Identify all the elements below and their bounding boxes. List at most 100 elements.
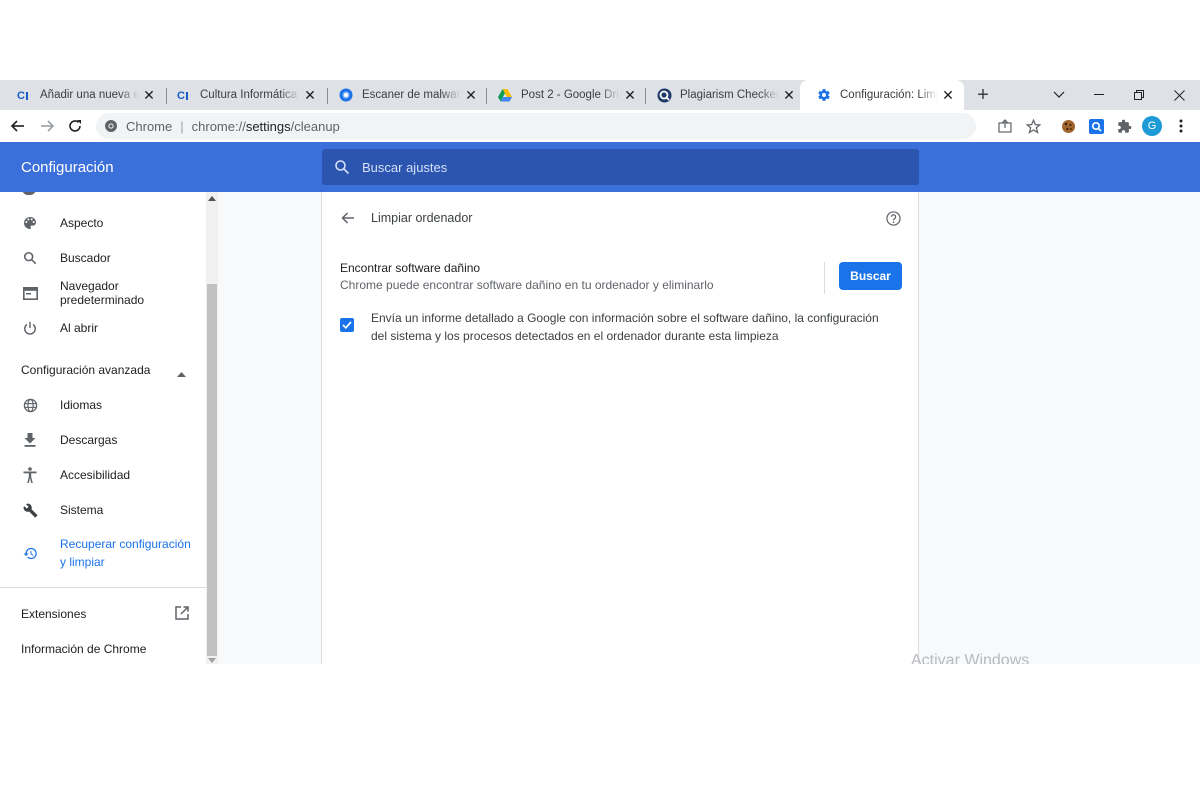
buscar-button[interactable]: Buscar <box>839 262 902 290</box>
sidebar-item-idiomas[interactable]: Idiomas <box>0 396 206 414</box>
close-tab-icon[interactable]: ✕ <box>620 87 640 104</box>
scroll-up-arrow[interactable] <box>208 196 216 201</box>
forward-icon[interactable] <box>37 116 57 136</box>
cookie-extension-icon[interactable] <box>1058 116 1078 136</box>
scroll-down-arrow[interactable] <box>208 658 216 663</box>
scrollbar-thumb[interactable] <box>207 284 217 656</box>
row-divider <box>824 262 825 294</box>
url-text: chrome://settings/cleanup <box>191 118 340 134</box>
tab-title: Cultura Informática | Blog <box>200 89 300 101</box>
sidebar-item-label: Accesibilidad <box>60 468 131 482</box>
tab-plagiarism-checker[interactable]: Plagiarism Checker Free ✕ <box>640 80 805 110</box>
share-icon[interactable] <box>995 116 1015 136</box>
sidebar-item-navegador-predeterminado[interactable]: Navegador predeterminado <box>0 279 206 307</box>
sidebar-item-label: Descargas <box>60 433 118 447</box>
close-tab-icon[interactable]: ✕ <box>139 87 159 104</box>
sidebar-item-label: Extensiones <box>21 607 87 621</box>
download-icon <box>22 432 38 448</box>
sidebar-item-label: Buscador <box>60 251 111 265</box>
settings-search[interactable] <box>322 149 919 185</box>
search-extension-icon[interactable] <box>1086 116 1106 136</box>
card-header: Limpiar ordenador <box>322 206 920 230</box>
tab-escaner-malware[interactable]: Escaner de malware - Chrome ✕ <box>322 80 487 110</box>
restore-button[interactable] <box>1119 80 1159 110</box>
tab-title: Añadir una nueva entrada <box>40 89 139 101</box>
advanced-section-label: Configuración avanzada <box>21 363 151 377</box>
search-icon <box>335 160 350 175</box>
sidebar-item-label: Navegador predeterminado <box>60 279 145 307</box>
profile-avatar[interactable]: G <box>1142 116 1162 136</box>
reload-icon[interactable] <box>65 116 85 136</box>
sidebar-item-label: Recuperar configuración y limpiar <box>60 537 191 569</box>
sidebar-item-label: Idiomas <box>60 398 103 412</box>
new-tab-button[interactable]: + <box>972 84 994 106</box>
wrench-icon <box>22 502 38 518</box>
gear-icon <box>816 87 832 103</box>
settings-sidebar: Aspecto Buscador Navegador predeterminad… <box>0 192 206 664</box>
collapse-arrow-icon <box>177 366 186 380</box>
page-title: Configuración <box>21 159 114 176</box>
tab-google-drive[interactable]: Post 2 - Google Drive ✕ <box>481 80 646 110</box>
back-arrow-icon[interactable] <box>338 208 358 228</box>
tab-search-chevron-icon[interactable] <box>1039 80 1079 110</box>
more-menu-icon[interactable] <box>1171 116 1191 136</box>
sidebar-scrollbar[interactable] <box>206 192 218 664</box>
svg-text:C: C <box>177 90 185 102</box>
profile-initial: G <box>1147 120 1157 132</box>
tab-cultura-informatica[interactable]: C Cultura Informática | Blog ✕ <box>160 80 326 110</box>
close-tab-icon[interactable]: ✕ <box>300 87 320 104</box>
sidebar-item-label: Información de Chrome <box>21 642 147 656</box>
back-icon[interactable] <box>8 116 28 136</box>
extensions-puzzle-icon[interactable] <box>1114 116 1134 136</box>
tab-title: Configuración: Limpiar ordenador <box>840 89 938 101</box>
chrome-logo-icon <box>105 120 117 132</box>
settings-page: Aspecto Buscador Navegador predeterminad… <box>0 192 1200 664</box>
sidebar-advanced-toggle[interactable]: Configuración avanzada <box>0 361 206 379</box>
sidebar-item-sistema[interactable]: Sistema <box>0 501 206 519</box>
address-bar[interactable]: Chrome | chrome://settings/cleanup <box>96 113 976 139</box>
tab-title: Escaner de malware - Chrome <box>362 89 461 101</box>
tab-title: Plagiarism Checker Free <box>680 89 779 101</box>
site-chip: Chrome <box>126 118 173 134</box>
plagiarism-checker-icon <box>656 87 672 103</box>
close-tab-icon[interactable]: ✕ <box>779 87 799 104</box>
find-software-description: Chrome puede encontrar software dañino e… <box>340 278 714 292</box>
bookmark-star-icon[interactable] <box>1023 116 1043 136</box>
accessibility-icon <box>22 467 38 483</box>
tab-configuracion-active[interactable]: Configuración: Limpiar ordenador ✕ <box>800 80 964 110</box>
restore-history-icon <box>22 545 38 561</box>
open-external-icon <box>175 606 189 623</box>
sidebar-item-descargas[interactable]: Descargas <box>0 431 206 449</box>
find-software-title: Encontrar software dañino <box>340 261 481 275</box>
sidebar-item-recuperar[interactable]: Recuperar configuración y limpiar <box>0 535 206 571</box>
svg-text:C: C <box>17 90 25 102</box>
close-tab-icon[interactable]: ✕ <box>938 87 958 104</box>
blog-favicon-icon: C <box>16 87 32 103</box>
globe-icon <box>22 397 38 413</box>
google-drive-icon <box>497 87 513 103</box>
settings-header: Configuración <box>0 142 1200 192</box>
sidebar-item-clipped[interactable] <box>60 192 140 193</box>
blog-favicon-icon: C <box>176 87 192 103</box>
sidebar-item-extensiones[interactable]: Extensiones <box>0 605 206 623</box>
sidebar-divider <box>0 587 206 588</box>
close-tab-icon[interactable]: ✕ <box>461 87 481 104</box>
search-input[interactable] <box>362 159 862 175</box>
sidebar-item-al-abrir[interactable]: Al abrir <box>0 319 206 337</box>
search-icon <box>22 250 38 266</box>
minimize-button[interactable] <box>1079 80 1119 110</box>
close-window-button[interactable] <box>1159 80 1199 110</box>
chrome-web-favicon-icon <box>338 87 354 103</box>
help-icon[interactable] <box>883 208 903 228</box>
tab-strip: C Añadir una nueva entrada ✕ C Cultura I… <box>0 80 1200 110</box>
tab-anadir-entrada[interactable]: C Añadir una nueva entrada ✕ <box>0 80 165 110</box>
power-icon <box>22 320 38 336</box>
checkmark-icon <box>342 321 352 329</box>
cleanup-card: Limpiar ordenador Encontrar software dañ… <box>321 192 919 664</box>
sidebar-item-accesibilidad[interactable]: Accesibilidad <box>0 466 206 484</box>
report-checkbox[interactable] <box>340 318 354 332</box>
sidebar-item-aspecto[interactable]: Aspecto <box>0 214 206 232</box>
sidebar-item-buscador[interactable]: Buscador <box>0 249 206 267</box>
sidebar-item-informacion-chrome[interactable]: Información de Chrome <box>0 640 206 658</box>
browser-window-icon <box>22 285 38 301</box>
